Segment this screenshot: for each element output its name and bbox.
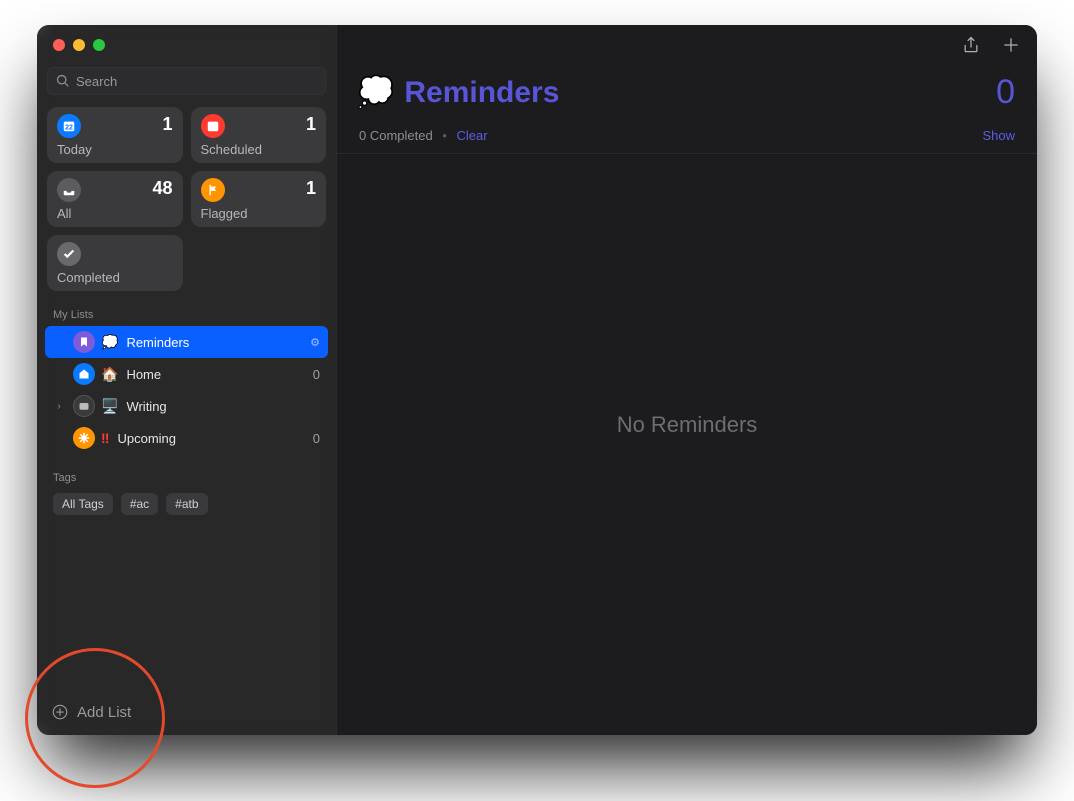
- calendar-icon: 22: [57, 114, 81, 138]
- tag-all[interactable]: All Tags: [53, 493, 113, 515]
- card-all-label: All: [57, 206, 173, 221]
- app-window: Search 22 1 Today 1 Schedu: [37, 25, 1037, 735]
- card-flagged-label: Flagged: [201, 206, 317, 221]
- svg-text:22: 22: [65, 125, 73, 132]
- list-emoji: 💭: [357, 75, 394, 110]
- list-count: 0: [313, 367, 320, 382]
- sidebar-list-writing[interactable]: › 🖥️ Writing: [45, 390, 328, 422]
- card-all[interactable]: 48 All: [47, 171, 183, 227]
- search-input[interactable]: Search: [47, 67, 326, 95]
- completed-count-label: 0 Completed: [359, 128, 433, 143]
- card-completed[interactable]: Completed: [47, 235, 183, 291]
- list-count: 0: [313, 431, 320, 446]
- search-icon: [56, 74, 70, 88]
- folder-icon: [73, 395, 95, 417]
- list-emoji: 🖥️: [101, 398, 118, 415]
- card-today-label: Today: [57, 142, 173, 157]
- sidebar: Search 22 1 Today 1 Schedu: [37, 25, 337, 735]
- list-emoji: 💭: [101, 334, 118, 351]
- toolbar: [337, 25, 1037, 69]
- card-today[interactable]: 22 1 Today: [47, 107, 183, 163]
- card-all-count: 48: [152, 178, 172, 199]
- sidebar-item-label: Writing: [126, 399, 312, 414]
- flag-icon: [201, 178, 225, 202]
- asterisk-icon: [73, 427, 95, 449]
- card-flagged-count: 1: [306, 178, 316, 199]
- sidebar-item-label: Home: [126, 367, 304, 382]
- list-title: Reminders: [404, 76, 559, 110]
- checkmark-icon: [57, 242, 81, 266]
- tag-item[interactable]: #atb: [166, 493, 207, 515]
- my-lists: › 💭 Reminders ⚙︎ › 🏠 Home 0 ›: [37, 326, 336, 454]
- card-scheduled[interactable]: 1 Scheduled: [191, 107, 327, 163]
- share-button[interactable]: [961, 34, 981, 61]
- my-lists-header: My Lists: [37, 291, 336, 326]
- clear-completed-button[interactable]: Clear: [457, 128, 488, 143]
- list-header: 💭 Reminders 0: [337, 69, 1037, 114]
- tray-icon: [57, 178, 81, 202]
- plus-circle-icon: [51, 703, 69, 721]
- shared-icon: ⚙︎: [310, 336, 320, 349]
- add-list-button[interactable]: Add List: [47, 699, 135, 725]
- close-window-button[interactable]: [53, 39, 65, 51]
- sidebar-list-home[interactable]: › 🏠 Home 0: [45, 358, 328, 390]
- list-emoji: 🏠: [101, 366, 118, 383]
- window-controls: [37, 25, 336, 61]
- house-icon: [73, 363, 95, 385]
- card-scheduled-label: Scheduled: [201, 142, 317, 157]
- card-completed-label: Completed: [57, 270, 173, 285]
- smart-list-cards: 22 1 Today 1 Scheduled: [37, 107, 336, 291]
- plus-icon: [1001, 34, 1021, 56]
- show-completed-button[interactable]: Show: [982, 128, 1015, 143]
- search-placeholder: Search: [76, 74, 117, 89]
- sidebar-list-upcoming[interactable]: › ‼ Upcoming 0: [45, 422, 328, 454]
- empty-state-text: No Reminders: [617, 412, 758, 438]
- list-subheader: 0 Completed • Clear Show: [337, 114, 1037, 154]
- main-panel: 💭 Reminders 0 0 Completed • Clear Show N…: [337, 25, 1037, 735]
- tag-item[interactable]: #ac: [121, 493, 158, 515]
- sidebar-item-label: Reminders: [126, 335, 302, 350]
- card-today-count: 1: [162, 114, 172, 135]
- bookmark-icon: [73, 331, 95, 353]
- tags-header: Tags: [37, 454, 336, 489]
- list-total-count: 0: [996, 73, 1015, 112]
- sidebar-item-label: Upcoming: [117, 431, 304, 446]
- card-flagged[interactable]: 1 Flagged: [191, 171, 327, 227]
- empty-state: No Reminders: [337, 154, 1037, 735]
- new-reminder-button[interactable]: [1001, 34, 1021, 61]
- sidebar-list-reminders[interactable]: › 💭 Reminders ⚙︎: [45, 326, 328, 358]
- card-scheduled-count: 1: [306, 114, 316, 135]
- share-icon: [961, 34, 981, 56]
- calendar-icon: [201, 114, 225, 138]
- minimize-window-button[interactable]: [73, 39, 85, 51]
- chevron-right-icon[interactable]: ›: [53, 401, 65, 412]
- zoom-window-button[interactable]: [93, 39, 105, 51]
- list-emoji: ‼: [101, 430, 109, 446]
- separator-dot: •: [442, 128, 447, 143]
- add-list-label: Add List: [77, 704, 131, 721]
- tags-row: All Tags #ac #atb: [37, 489, 336, 519]
